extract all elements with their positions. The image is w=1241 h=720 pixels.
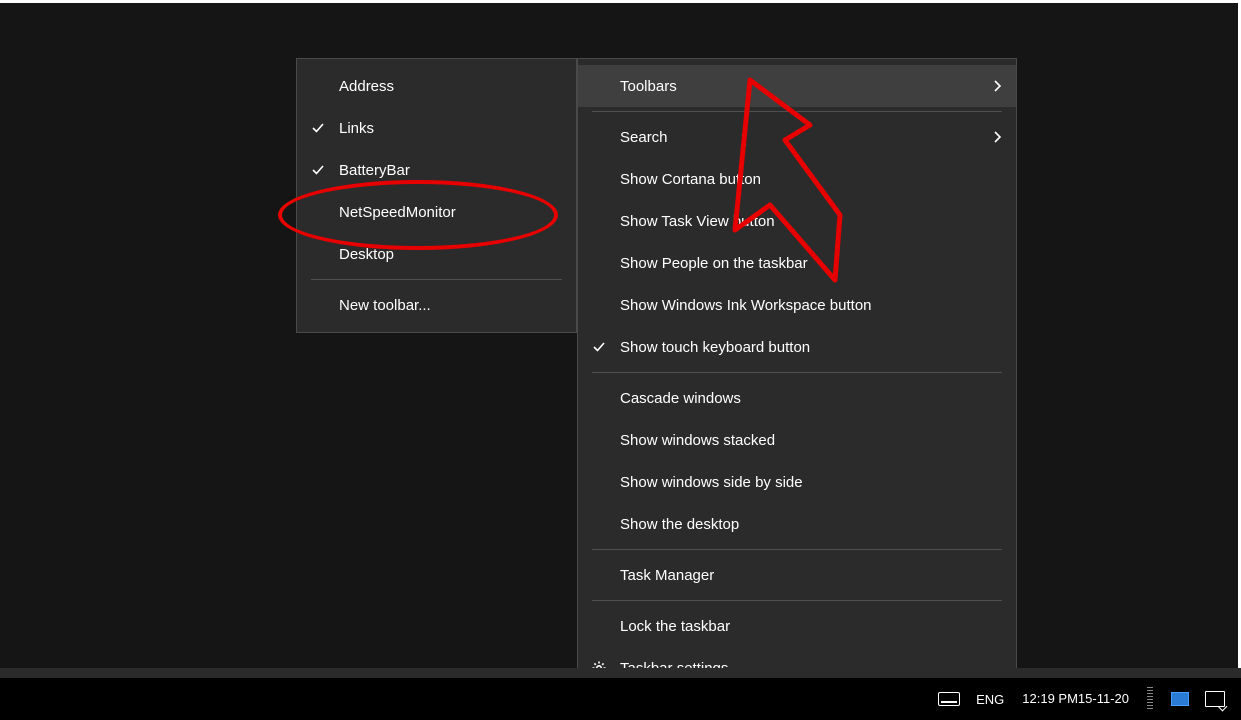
toolbars-submenu-item-netspeedmonitor[interactable]: NetSpeedMonitor [297, 191, 576, 233]
menu-item-label: Desktop [339, 246, 562, 263]
toolbars-submenu-item-new-toolbar[interactable]: New toolbar... [297, 284, 576, 326]
taskbar-menu-item-show-taskview[interactable]: Show Task View button [578, 200, 1016, 242]
menu-item-label: Search [620, 129, 974, 146]
menu-item-label: Show Windows Ink Workspace button [620, 297, 1002, 314]
crop-border-top [0, 0, 1241, 3]
chevron-right-icon [974, 79, 1002, 93]
menu-item-label: New toolbar... [339, 297, 562, 314]
taskbar-menu-item-show-cortana[interactable]: Show Cortana button [578, 158, 1016, 200]
menu-item-label: BatteryBar [339, 162, 562, 179]
taskbar-menu-item-toolbars[interactable]: Toolbars [578, 65, 1016, 107]
menu-item-label: Show Task View button [620, 213, 1002, 230]
toolbars-submenu[interactable]: Address Links BatteryBar NetSpeedMonitor… [296, 58, 577, 333]
taskbar-menu-item-side-by-side[interactable]: Show windows side by side [578, 461, 1016, 503]
chevron-right-icon [974, 130, 1002, 144]
menu-separator [592, 549, 1002, 550]
menu-item-label: Show the desktop [620, 516, 1002, 533]
menu-item-label: Show windows side by side [620, 474, 1002, 491]
taskbar-menu-item-show-touch-keyboard[interactable]: Show touch keyboard button [578, 326, 1016, 368]
taskbar-menu-item-show-people[interactable]: Show People on the taskbar [578, 242, 1016, 284]
taskbar[interactable]: ENG 12:19 PM 15-11-20 [0, 678, 1241, 720]
taskbar-menu-item-show-ink[interactable]: Show Windows Ink Workspace button [578, 284, 1016, 326]
menu-separator [592, 372, 1002, 373]
taskbar-menu-item-show-desktop[interactable]: Show the desktop [578, 503, 1016, 545]
menu-item-label: Lock the taskbar [620, 618, 1002, 635]
menu-item-label: Links [339, 120, 562, 137]
toolbars-submenu-item-links[interactable]: Links [297, 107, 576, 149]
tray-date-label: 15-11-20 [1078, 692, 1129, 707]
menu-item-label: Toolbars [620, 78, 974, 95]
menu-item-label: Show People on the taskbar [620, 255, 1002, 272]
toolbars-submenu-item-address[interactable]: Address [297, 65, 576, 107]
toolbars-submenu-item-desktop[interactable]: Desktop [297, 233, 576, 275]
menu-item-label: Task Manager [620, 567, 1002, 584]
tray-show-desktop-icon[interactable] [1163, 678, 1197, 720]
taskbar-menu-item-search[interactable]: Search [578, 116, 1016, 158]
checkmark-icon [297, 121, 339, 135]
taskbar-menu-item-cascade[interactable]: Cascade windows [578, 377, 1016, 419]
menu-item-label: NetSpeedMonitor [339, 204, 562, 221]
checkmark-icon [297, 163, 339, 177]
tray-language-indicator[interactable]: ENG [968, 678, 1012, 720]
taskbar-menu-item-lock-taskbar[interactable]: Lock the taskbar [578, 605, 1016, 647]
menu-item-label: Cascade windows [620, 390, 1002, 407]
menu-item-label: Address [339, 78, 562, 95]
menu-item-label: Show Cortana button [620, 171, 1002, 188]
tray-grip-icon[interactable] [1139, 678, 1163, 720]
tray-action-center-icon[interactable] [1197, 678, 1233, 720]
menu-item-label: Show windows stacked [620, 432, 1002, 449]
menu-item-label: Show touch keyboard button [620, 339, 1002, 356]
taskbar-menu-item-task-manager[interactable]: Task Manager [578, 554, 1016, 596]
taskbar-menu-item-stacked[interactable]: Show windows stacked [578, 419, 1016, 461]
taskbar-upper-band [0, 668, 1241, 678]
checkmark-icon [578, 340, 620, 354]
toolbars-submenu-item-batterybar[interactable]: BatteryBar [297, 149, 576, 191]
tray-language-label: ENG [976, 692, 1004, 707]
tray-keyboard-icon[interactable] [930, 678, 968, 720]
taskbar-context-menu[interactable]: Toolbars Search Show Cortana button Show… [577, 58, 1017, 696]
tray-clock[interactable]: 12:19 PM 15-11-20 [1012, 678, 1139, 720]
menu-separator [592, 111, 1002, 112]
menu-separator [592, 600, 1002, 601]
tray-time-label: 12:19 PM [1022, 692, 1078, 707]
menu-separator [311, 279, 562, 280]
